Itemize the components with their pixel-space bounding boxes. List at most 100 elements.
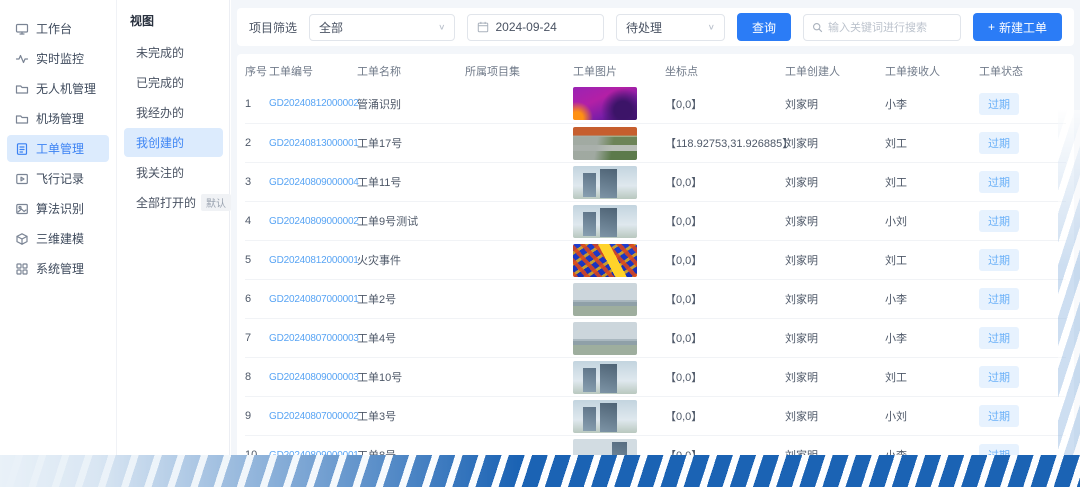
project-filter-label: 项目筛选 xyxy=(249,19,297,36)
cell-coordinate: 【0,0】 xyxy=(665,369,785,385)
cell-receiver: 小刘 xyxy=(885,408,979,424)
order-image[interactable] xyxy=(573,283,637,316)
view-item-label: 我经办的 xyxy=(136,104,184,121)
table-row: 7GD20240807000003工单4号【0,0】刘家明小李过期 xyxy=(245,318,1066,357)
order-no-link[interactable]: GD20240812000001 xyxy=(269,255,357,266)
view-item-label: 全部打开的 xyxy=(136,194,196,211)
drone-management-icon xyxy=(15,82,29,96)
order-image[interactable] xyxy=(573,205,637,238)
order-no-link[interactable]: GD20240813000001 xyxy=(269,138,357,149)
cell-receiver: 小李 xyxy=(885,330,979,346)
search-input[interactable]: 输入关键词进行搜索 xyxy=(803,14,961,41)
cell-order-name: 工单10号 xyxy=(357,369,465,385)
order-image[interactable] xyxy=(573,87,637,120)
algorithm-recognition-icon xyxy=(15,202,29,216)
sidebar-item-airport-management[interactable]: 机场管理 xyxy=(7,105,109,132)
sidebar-item-flight-record[interactable]: 飞行记录 xyxy=(7,165,109,192)
status-select-value: 待处理 xyxy=(626,19,662,36)
cell-order-name: 管涌识别 xyxy=(357,96,465,112)
table-row: 1GD20240812000002管涌识别【0,0】刘家明小李过期 xyxy=(245,84,1066,123)
sidebar-item-system-management[interactable]: 系统管理 xyxy=(7,255,109,282)
app-window: 工作台实时监控无人机管理机场管理工单管理飞行记录算法识别三维建模系统管理 视图 … xyxy=(0,0,1080,487)
new-order-button[interactable]: + 新建工单 xyxy=(973,13,1062,41)
table-row: 5GD20240812000001火灾事件【0,0】刘家明刘工过期 xyxy=(245,240,1066,279)
view-item-3[interactable]: 我创建的 xyxy=(124,128,223,157)
sidebar-item-work-order[interactable]: 工单管理 xyxy=(7,135,109,162)
cell-receiver: 刘工 xyxy=(885,174,979,190)
cell-receiver: 刘工 xyxy=(885,252,979,268)
cell-creator: 刘家明 xyxy=(785,213,885,229)
status-select[interactable]: 待处理 ∨ xyxy=(616,14,725,41)
order-no-link[interactable]: GD20240807000003 xyxy=(269,333,357,344)
order-image[interactable] xyxy=(573,322,637,355)
column-header-3: 所属项目集 xyxy=(465,63,573,79)
table-row: 9GD20240807000002工单3号【0,0】刘家明小刘过期 xyxy=(245,396,1066,435)
cell-seq: 3 xyxy=(245,176,269,188)
table-body: 1GD20240812000002管涌识别【0,0】刘家明小李过期2GD2024… xyxy=(245,84,1066,474)
date-picker[interactable]: 2024-09-24 xyxy=(467,14,604,41)
sidebar-nav: 工作台实时监控无人机管理机场管理工单管理飞行记录算法识别三维建模系统管理 xyxy=(0,0,117,455)
sidebar-item-3d-modeling[interactable]: 三维建模 xyxy=(7,225,109,252)
work-order-table: 序号工单编号工单名称所属项目集工单图片坐标点工单创建人工单接收人工单状态 1GD… xyxy=(237,54,1074,487)
default-badge: 默认 xyxy=(201,194,231,211)
cell-creator: 刘家明 xyxy=(785,96,885,112)
order-no-link[interactable]: GD20240807000002 xyxy=(269,411,357,422)
sidebar-item-label: 工单管理 xyxy=(36,140,84,157)
cell-coordinate: 【0,0】 xyxy=(665,291,785,307)
order-image[interactable] xyxy=(573,127,637,160)
table-header-row: 序号工单编号工单名称所属项目集工单图片坐标点工单创建人工单接收人工单状态 xyxy=(245,58,1066,84)
cell-creator: 刘家明 xyxy=(785,135,885,151)
order-no-link[interactable]: GD20240807000001 xyxy=(269,294,357,305)
cell-seq: 1 xyxy=(245,98,269,110)
search-placeholder: 输入关键词进行搜索 xyxy=(828,19,927,35)
cell-seq: 4 xyxy=(245,215,269,227)
view-item-5[interactable]: 全部打开的默认 xyxy=(124,188,223,217)
order-image[interactable] xyxy=(573,400,637,433)
project-select-value: 全部 xyxy=(319,19,343,36)
view-item-2[interactable]: 我经办的 xyxy=(124,98,223,127)
cell-coordinate: 【0,0】 xyxy=(665,252,785,268)
status-badge: 过期 xyxy=(979,366,1019,388)
cell-receiver: 小李 xyxy=(885,291,979,307)
view-item-1[interactable]: 已完成的 xyxy=(124,68,223,97)
column-header-6: 工单创建人 xyxy=(785,63,885,79)
sidebar-item-label: 系统管理 xyxy=(36,260,84,277)
cell-coordinate: 【118.92753,31.926885】 xyxy=(665,135,785,151)
sidebar-item-workbench[interactable]: 工作台 xyxy=(7,15,109,42)
order-no-link[interactable]: GD20240809000003 xyxy=(269,372,357,383)
cell-order-name: 火灾事件 xyxy=(357,252,465,268)
view-item-label: 我关注的 xyxy=(136,164,184,181)
views-list: 未完成的已完成的我经办的我创建的我关注的全部打开的默认 xyxy=(118,38,229,217)
table-row: 3GD20240809000004工单11号【0,0】刘家明刘工过期 xyxy=(245,162,1066,201)
view-item-4[interactable]: 我关注的 xyxy=(124,158,223,187)
status-badge: 过期 xyxy=(979,132,1019,154)
cell-seq: 9 xyxy=(245,410,269,422)
status-badge: 过期 xyxy=(979,327,1019,349)
calendar-icon xyxy=(477,21,489,33)
cell-seq: 6 xyxy=(245,293,269,305)
decorative-stripe-band xyxy=(0,455,1080,487)
cell-creator: 刘家明 xyxy=(785,369,885,385)
project-select[interactable]: 全部 ∨ xyxy=(309,14,455,41)
order-no-link[interactable]: GD20240809000004 xyxy=(269,177,357,188)
order-image[interactable] xyxy=(573,361,637,394)
view-item-0[interactable]: 未完成的 xyxy=(124,38,223,67)
sidebar-item-drone-management[interactable]: 无人机管理 xyxy=(7,75,109,102)
view-item-label: 已完成的 xyxy=(136,74,184,91)
table-row: 2GD20240813000001工单17号【118.92753,31.9268… xyxy=(245,123,1066,162)
sidebar-item-label: 机场管理 xyxy=(36,110,84,127)
sidebar-item-algorithm-recognition[interactable]: 算法识别 xyxy=(7,195,109,222)
order-no-link[interactable]: GD20240812000002 xyxy=(269,98,357,109)
order-image[interactable] xyxy=(573,166,637,199)
sidebar-item-label: 算法识别 xyxy=(36,200,84,217)
sidebar-item-realtime-monitor[interactable]: 实时监控 xyxy=(7,45,109,72)
query-button[interactable]: 查询 xyxy=(737,13,791,41)
status-badge: 过期 xyxy=(979,288,1019,310)
order-no-link[interactable]: GD20240809000002 xyxy=(269,216,357,227)
column-header-8: 工单状态 xyxy=(979,63,1066,79)
order-image[interactable] xyxy=(573,244,637,277)
table-row: 6GD20240807000001工单2号【0,0】刘家明小李过期 xyxy=(245,279,1066,318)
date-value: 2024-09-24 xyxy=(495,20,556,34)
view-item-label: 未完成的 xyxy=(136,44,184,61)
status-badge: 过期 xyxy=(979,405,1019,427)
